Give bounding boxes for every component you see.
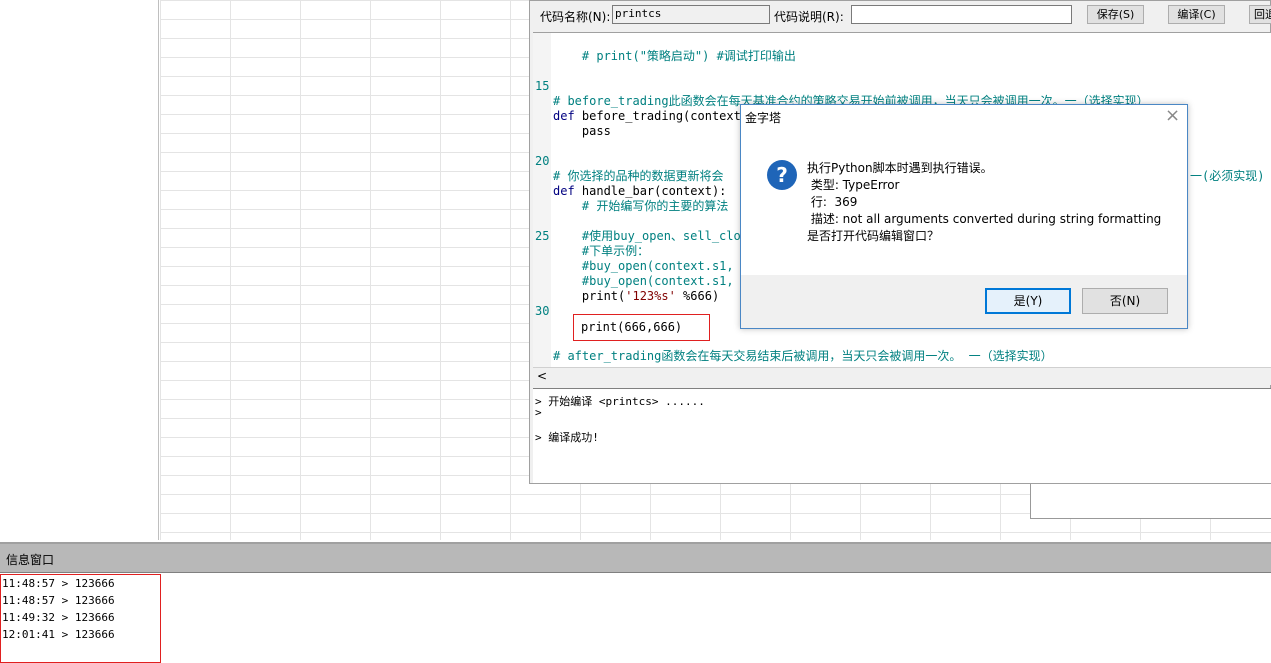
code-text: %666) (675, 289, 720, 303)
scroll-left-icon[interactable]: < (537, 369, 547, 383)
dialog-message: 执行Python脚本时遇到执行错误。 类型: TypeError 行: 369 … (807, 160, 1161, 245)
message-line: 执行Python脚本时遇到执行错误。 (807, 161, 993, 175)
code-line: print(666,666) (581, 320, 683, 334)
error-dialog: 金字塔 × ? 执行Python脚本时遇到执行错误。 类型: TypeError… (740, 104, 1188, 329)
line-number: 20 (535, 154, 550, 168)
line-number: 25 (535, 229, 550, 243)
sheet-frame (1030, 483, 1271, 519)
string-literal: '123%s' (625, 289, 676, 303)
code-line: #下单示例： (553, 244, 650, 258)
output-line: > (535, 406, 542, 419)
code-line: #buy_open(context.s1, " (553, 259, 749, 273)
left-pane (0, 0, 159, 540)
code-line: # 你选择的品种的数据更新将会 (553, 169, 724, 183)
log-line: 11:49:32 > 123666 (2, 611, 115, 624)
code-line: # print("策略启动") #调试打印输出 (553, 49, 796, 63)
code-line: #buy_open(context.s1, " (553, 274, 749, 288)
output-line: > 开始编译 <printcs> ...... (535, 395, 705, 408)
keyword: def (553, 184, 575, 198)
output-line: > 编译成功! (535, 431, 599, 444)
code-line: print('123%s' %666) (553, 289, 719, 304)
code-text: before_trading(context): (574, 109, 756, 123)
info-window-body: 11:48:57 > 123666 11:48:57 > 123666 11:4… (0, 572, 1271, 663)
question-icon: ? (767, 160, 797, 190)
message-desc: 描述: not all arguments converted during s… (807, 212, 1162, 226)
keyword: def (553, 109, 575, 123)
log-line: 12:01:41 > 123666 (2, 628, 115, 641)
code-line: # after_trading函数会在每天交易结束后被调用，当天只会被调用一次。… (553, 349, 1053, 363)
dialog-title: 金字塔 (745, 111, 782, 125)
info-window-title: 信息窗口 (6, 553, 55, 567)
code-text: handle_bar(context): (574, 184, 727, 198)
compile-output-panel: > 开始编译 <printcs> ...... > > 编译成功! (533, 388, 1271, 483)
code-line: #使用buy_open、sell_clo (553, 229, 741, 243)
save-button[interactable]: 保存(S) (1087, 5, 1144, 24)
no-button[interactable]: 否(N) (1082, 288, 1168, 314)
close-icon[interactable]: × (1165, 105, 1180, 126)
yes-button[interactable]: 是(Y) (985, 288, 1071, 314)
code-desc-input[interactable] (851, 5, 1072, 24)
compile-button[interactable]: 编译(C) (1168, 5, 1225, 24)
code-text: print( (553, 289, 626, 303)
code-line-right: 一(必须实现) (1190, 169, 1265, 183)
code-line: # 开始编写你的主要的算法 (553, 199, 729, 213)
code-name-input[interactable]: printcs (612, 5, 770, 24)
line-number: 15 (535, 79, 550, 93)
message-row: 行: 369 (807, 195, 858, 209)
log-line: 11:48:57 > 123666 (2, 594, 115, 607)
line-number: 30 (535, 304, 550, 318)
code-name-label: 代码名称(N): (540, 10, 611, 24)
code-line: pass (553, 124, 611, 138)
message-type: 类型: TypeError (807, 178, 900, 192)
code-line: def before_trading(context): (553, 109, 755, 124)
horizontal-scrollbar[interactable]: < (533, 367, 1271, 385)
info-window-header: 信息窗口 (0, 542, 1271, 572)
back-button[interactable]: 回退 (1249, 5, 1271, 24)
code-desc-label: 代码说明(R): (774, 10, 844, 24)
message-question: 是否打开代码编辑窗口？ (807, 229, 940, 243)
log-line: 11:48:57 > 123666 (2, 577, 115, 590)
code-line: def handle_bar(context): (553, 184, 726, 199)
